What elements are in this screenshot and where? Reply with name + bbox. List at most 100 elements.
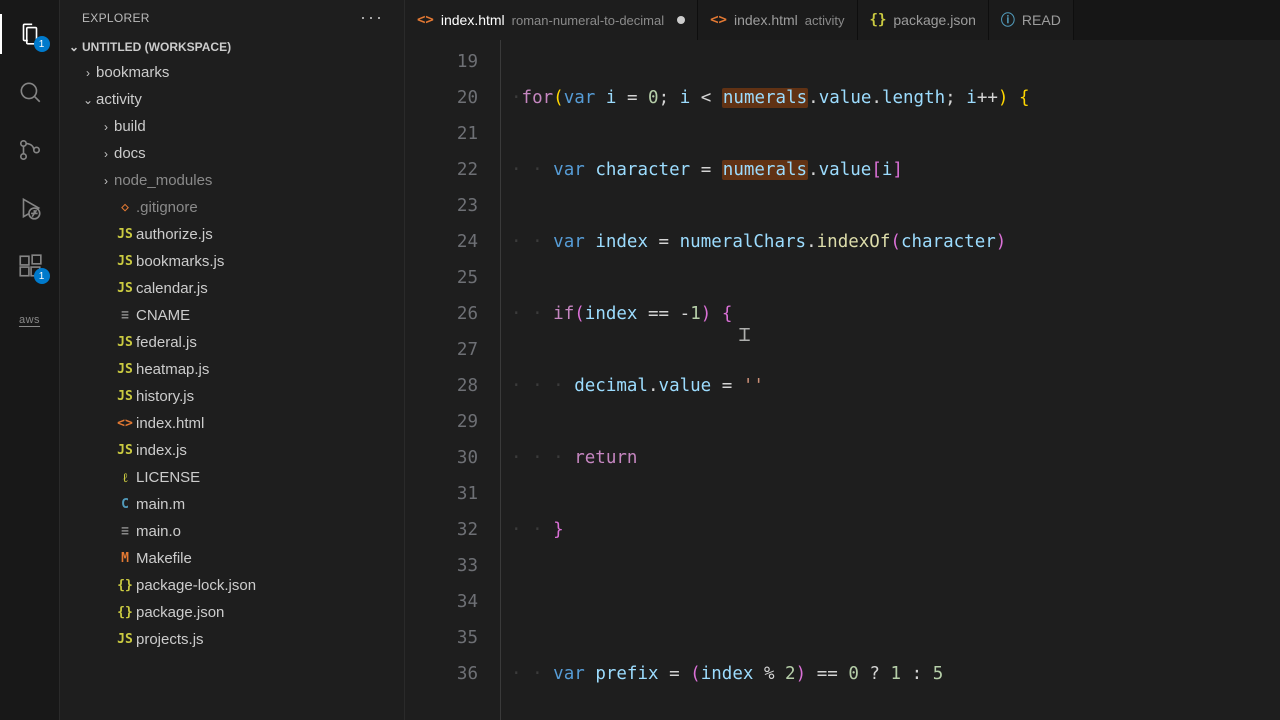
line-number-gutter: 192021222324252627282930313233343536: [405, 40, 501, 720]
file-label: federal.js: [136, 334, 197, 351]
editor-body[interactable]: 192021222324252627282930313233343536 ·fo…: [405, 40, 1280, 720]
file-tree: ›bookmarks⌄activity›build›docs›node_modu…: [60, 59, 404, 720]
tab-index.html[interactable]: <> index.html activity: [698, 0, 857, 40]
line-number: 31: [405, 476, 478, 512]
line-number: 32: [405, 512, 478, 548]
line-number: 20: [405, 80, 478, 116]
folder-docs[interactable]: ›docs: [60, 140, 404, 167]
line-number: 21: [405, 116, 478, 152]
line-number: 36: [405, 656, 478, 692]
line-number: 23: [405, 188, 478, 224]
folder-label: build: [114, 118, 146, 135]
tab-bar: <> index.html roman-numeral-to-decimal <> in…: [405, 0, 1280, 40]
file-calendar.js[interactable]: JScalendar.js: [60, 275, 404, 302]
tab-READ[interactable]: ⓘREAD: [989, 0, 1074, 40]
tab-package.json[interactable]: {} package.json: [858, 0, 989, 40]
text-cursor-icon: Ꮖ: [739, 317, 751, 353]
activity-extensions[interactable]: 1: [6, 242, 54, 290]
file-icon: M: [114, 551, 136, 566]
line-number: 26: [405, 296, 478, 332]
tab-sublabel: activity: [805, 13, 845, 28]
chevron-right-icon: ›: [98, 174, 114, 188]
file-label: main.o: [136, 523, 181, 540]
tab-index.html[interactable]: <> index.html roman-numeral-to-decimal: [405, 0, 698, 40]
activity-explorer[interactable]: 1: [6, 10, 54, 58]
tab-label: index.html: [734, 12, 798, 28]
tab-label: package.json: [893, 12, 976, 28]
file-index.js[interactable]: JSindex.js: [60, 437, 404, 464]
file-icon: {}: [114, 578, 136, 593]
folder-label: node_modules: [114, 172, 212, 189]
activity-aws[interactable]: aws: [19, 300, 40, 340]
extensions-badge: 1: [34, 268, 50, 284]
sidebar-header: EXPLORER ···: [60, 0, 404, 35]
editor-area: <> index.html roman-numeral-to-decimal <> in…: [405, 0, 1280, 720]
tab-icon: <>: [710, 12, 727, 28]
activity-bar: 1 1 aws: [0, 0, 60, 720]
folder-bookmarks[interactable]: ›bookmarks: [60, 59, 404, 86]
line-number: 25: [405, 260, 478, 296]
file-label: package.json: [136, 604, 224, 621]
file-bookmarks.js[interactable]: JSbookmarks.js: [60, 248, 404, 275]
folder-label: docs: [114, 145, 146, 162]
file-label: bookmarks.js: [136, 253, 224, 270]
file-CNAME[interactable]: ≡CNAME: [60, 302, 404, 329]
file-label: authorize.js: [136, 226, 213, 243]
file-icon: JS: [114, 632, 136, 647]
file-authorize.js[interactable]: JSauthorize.js: [60, 221, 404, 248]
file-projects.js[interactable]: JSprojects.js: [60, 626, 404, 653]
sidebar-more-icon[interactable]: ···: [360, 7, 384, 28]
folder-label: bookmarks: [96, 64, 169, 81]
file-icon: <>: [114, 416, 136, 431]
chevron-right-icon: ›: [98, 147, 114, 161]
tab-icon: <>: [417, 12, 434, 28]
file-label: Makefile: [136, 550, 192, 567]
file-label: main.m: [136, 496, 185, 513]
code-content[interactable]: ·for(var i = 0; i < numerals.value.lengt…: [501, 40, 1280, 720]
explorer-sidebar: EXPLORER ··· ⌄ UNTITLED (WORKSPACE) ›boo…: [60, 0, 405, 720]
file-icon: ℓ: [114, 470, 136, 486]
folder-node_modules[interactable]: ›node_modules: [60, 167, 404, 194]
file-icon: JS: [114, 443, 136, 458]
activity-search[interactable]: [6, 68, 54, 116]
tab-icon: ⓘ: [1001, 10, 1015, 30]
file-icon: JS: [114, 389, 136, 404]
workspace-name: UNTITLED (WORKSPACE): [82, 40, 231, 54]
tab-sublabel: roman-numeral-to-decimal: [512, 13, 664, 28]
tab-icon: {}: [870, 12, 887, 28]
line-number: 27: [405, 332, 478, 368]
folder-build[interactable]: ›build: [60, 113, 404, 140]
file-LICENSE[interactable]: ℓLICENSE: [60, 464, 404, 491]
line-number: 24: [405, 224, 478, 260]
file-label: projects.js: [136, 631, 204, 648]
file-main.m[interactable]: Cmain.m: [60, 491, 404, 518]
file-index.html[interactable]: <>index.html: [60, 410, 404, 437]
file-icon: ◇: [114, 200, 136, 215]
file-heatmap.js[interactable]: JSheatmap.js: [60, 356, 404, 383]
file-package-lock.json[interactable]: {}package-lock.json: [60, 572, 404, 599]
file-icon: JS: [114, 281, 136, 296]
file-label: package-lock.json: [136, 577, 256, 594]
sidebar-title: EXPLORER: [82, 11, 150, 25]
line-number: 28: [405, 368, 478, 404]
file-package.json[interactable]: {}package.json: [60, 599, 404, 626]
tab-label: index.html: [441, 12, 505, 28]
line-number: 33: [405, 548, 478, 584]
folder-activity[interactable]: ⌄activity: [60, 86, 404, 113]
dirty-indicator-icon: [677, 16, 685, 24]
line-number: 19: [405, 44, 478, 80]
file-icon: C: [114, 497, 136, 512]
workspace-title-row[interactable]: ⌄ UNTITLED (WORKSPACE): [60, 35, 404, 59]
line-number: 34: [405, 584, 478, 620]
line-number: 35: [405, 620, 478, 656]
file-main.o[interactable]: ≡main.o: [60, 518, 404, 545]
file-Makefile[interactable]: MMakefile: [60, 545, 404, 572]
file-.gitignore[interactable]: ◇.gitignore: [60, 194, 404, 221]
file-federal.js[interactable]: JSfederal.js: [60, 329, 404, 356]
file-history.js[interactable]: JShistory.js: [60, 383, 404, 410]
file-icon: ≡: [114, 308, 136, 323]
activity-scm[interactable]: [6, 126, 54, 174]
line-number: 29: [405, 404, 478, 440]
file-label: CNAME: [136, 307, 190, 324]
activity-debug[interactable]: [6, 184, 54, 232]
